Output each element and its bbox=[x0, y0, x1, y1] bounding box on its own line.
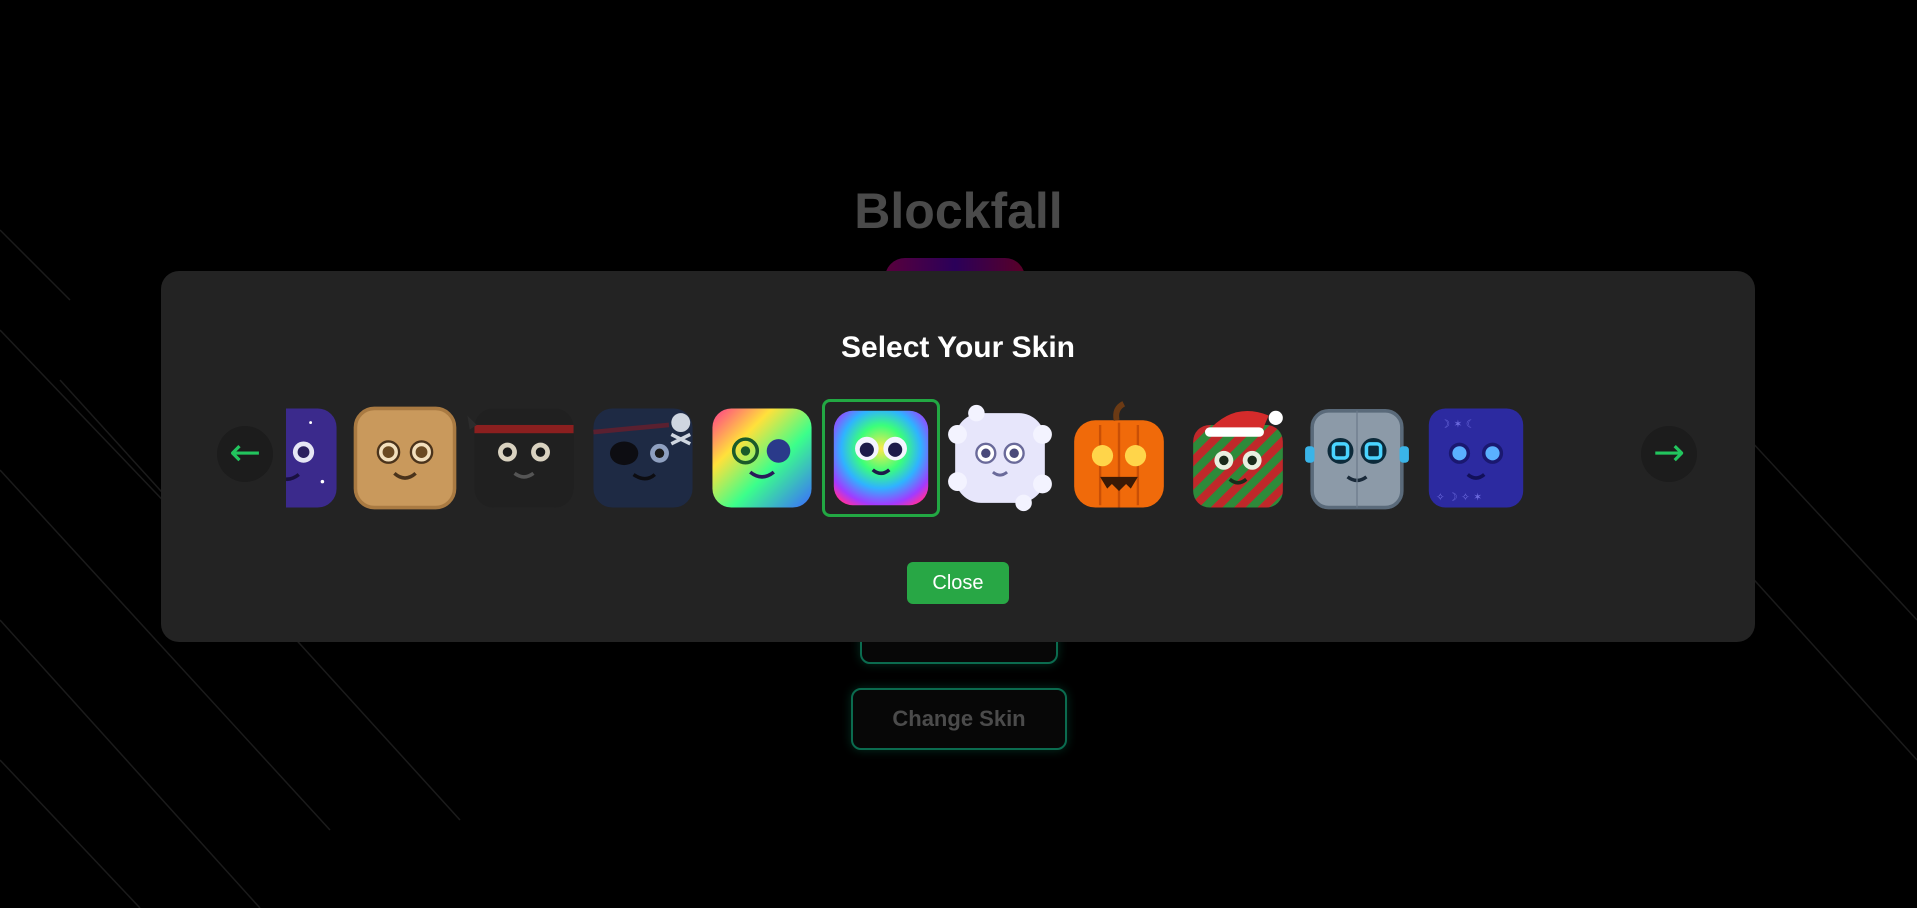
psychedelic-skin-icon bbox=[712, 408, 812, 508]
change-skin-button[interactable]: Change Skin bbox=[851, 688, 1067, 750]
skin-pumpkin[interactable] bbox=[1060, 399, 1178, 517]
skin-psychedelic[interactable] bbox=[703, 399, 821, 517]
skin-mystic[interactable]: ☽ ✶ ☾ ✧ ☽ ✧ ✶ bbox=[1417, 399, 1535, 517]
sand-skin-icon bbox=[353, 406, 457, 510]
skin-carousel[interactable]: ☽ ✶ ☾ ✧ ☽ ✧ ✶ bbox=[286, 399, 1628, 521]
modal-title: Select Your Skin bbox=[841, 331, 1075, 364]
skin-rainbow[interactable] bbox=[822, 399, 940, 517]
skin-galaxy[interactable] bbox=[286, 399, 346, 517]
close-button[interactable]: Close bbox=[907, 562, 1009, 604]
skin-christmas[interactable] bbox=[1179, 399, 1297, 517]
mystic-skin-icon: ☽ ✶ ☾ ✧ ☽ ✧ ✶ bbox=[1428, 408, 1524, 508]
rainbow-skin-icon bbox=[833, 410, 929, 506]
svg-text:✧ ☽ ✧ ✶: ✧ ☽ ✧ ✶ bbox=[1436, 490, 1482, 503]
arrow-left-icon: ← bbox=[229, 430, 261, 474]
prev-skins-button[interactable]: ← bbox=[217, 426, 273, 482]
game-title: Blockfall bbox=[854, 183, 1063, 239]
skin-select-modal: Select Your Skin ← ☽ ✶ ☾ ✧ ☽ ✧ ✶ → Close bbox=[161, 271, 1755, 642]
pirate-skin-icon bbox=[593, 408, 693, 508]
skin-sand[interactable] bbox=[346, 399, 464, 517]
pumpkin-skin-icon bbox=[1074, 401, 1164, 508]
arrow-right-icon: → bbox=[1653, 430, 1685, 474]
skin-cloud[interactable] bbox=[941, 399, 1059, 517]
skin-ninja[interactable] bbox=[465, 399, 583, 517]
skin-pirate[interactable] bbox=[584, 399, 702, 517]
robot-skin-icon bbox=[1305, 409, 1409, 510]
galaxy-skin-icon bbox=[286, 408, 337, 508]
skin-robot[interactable] bbox=[1298, 399, 1416, 517]
christmas-skin-icon bbox=[1193, 410, 1283, 508]
ninja-skin-icon bbox=[467, 408, 574, 508]
next-skins-button[interactable]: → bbox=[1641, 426, 1697, 482]
svg-text:☽ ✶ ☾: ☽ ✶ ☾ bbox=[1441, 417, 1476, 430]
cloud-skin-icon bbox=[948, 404, 1052, 512]
